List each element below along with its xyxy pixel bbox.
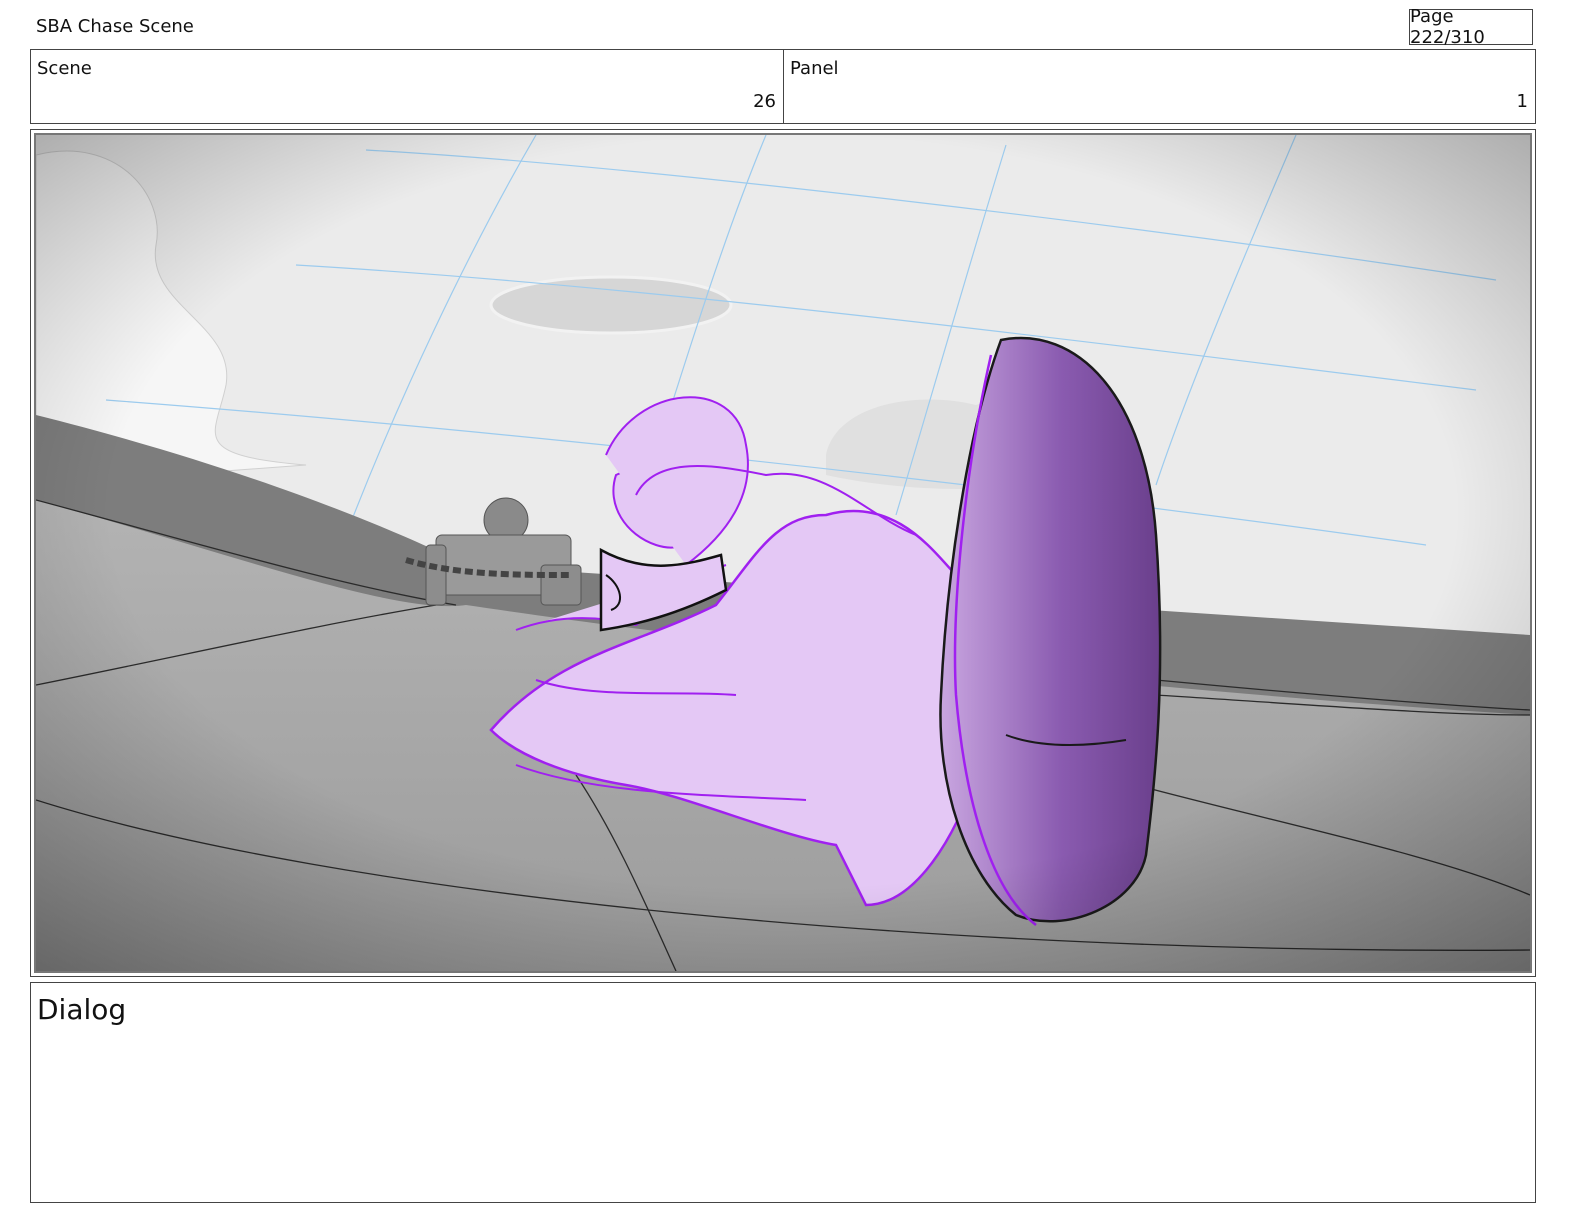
panel-number: 1: [1516, 91, 1528, 112]
storyboard-frame: [34, 133, 1532, 973]
scene-cell: Scene 26: [31, 50, 784, 123]
dialog-label: Dialog: [37, 993, 127, 1026]
scene-number: 26: [753, 91, 776, 112]
panel-label: Panel: [790, 58, 839, 79]
dialog-box: Dialog: [30, 982, 1536, 1203]
panel-cell: Panel 1: [784, 50, 1535, 123]
page-counter-text: Page 222/310: [1410, 6, 1485, 48]
panel-meta-row: Scene 26 Panel 1: [30, 49, 1536, 124]
vignette: [36, 135, 1530, 971]
storyboard-drawing: [36, 135, 1530, 971]
page-counter: Page 222/310: [1409, 6, 1533, 48]
document-title: SBA Chase Scene: [36, 16, 194, 37]
scene-label: Scene: [37, 58, 92, 79]
